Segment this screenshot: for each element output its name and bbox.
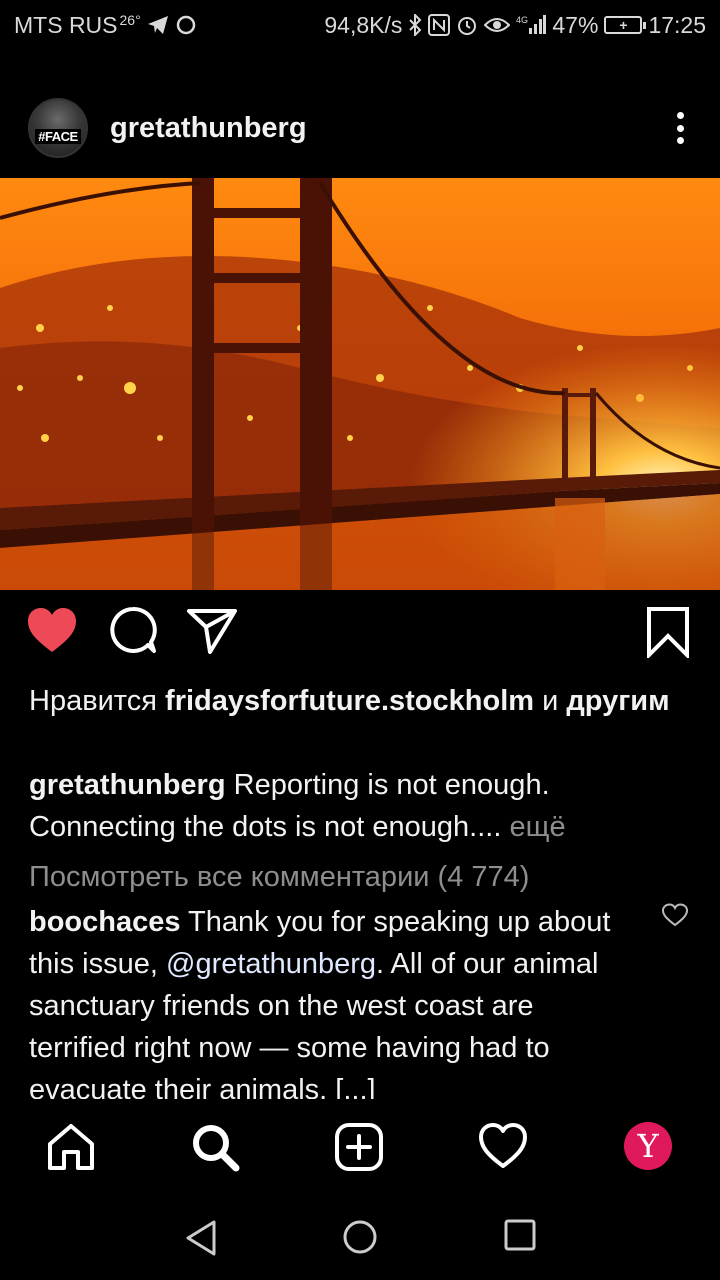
nfc-icon [428,14,451,36]
signal-icon: 4G [516,14,547,36]
clock-label: 17:25 [648,11,706,38]
temperature-label: 26° [119,12,141,28]
status-right: 94,8K/s 4G 47% + 17:25 [324,12,706,39]
back-icon[interactable] [184,1219,218,1262]
caption-more-link[interactable]: ещё [509,811,565,843]
post-actions [0,606,720,666]
sync-icon [175,14,197,36]
share-direct-icon[interactable] [186,606,238,661]
profile-letter: Y [624,1122,672,1170]
comment-icon[interactable] [108,606,158,661]
network-speed-label: 94,8K/s [324,11,403,38]
bottom-navigation: Y [0,1100,720,1195]
likes-prefix: Нравится [29,685,157,717]
home-icon[interactable] [46,1122,96,1177]
burning-bridge-photo-icon [0,178,720,590]
comment-like-icon[interactable] [661,903,689,932]
battery-percent-label: 47% [552,11,599,38]
activity-heart-icon[interactable] [478,1122,528,1175]
comment-item: boochaces Thank you for speaking up abou… [29,901,629,1099]
new-post-icon[interactable] [334,1122,384,1177]
post-header: #FACE gretathunberg [0,90,720,166]
likes-others[interactable]: другим [566,685,669,717]
comment-mention[interactable]: @gretathunberg [166,948,376,980]
view-all-comments-link[interactable]: Посмотреть все комментарии (4 774) [29,856,679,898]
eye-comfort-icon [484,16,511,34]
post-caption: gretathunberg Reporting is not enough. C… [29,764,679,848]
alarm-icon [456,14,478,36]
search-icon[interactable] [190,1122,240,1177]
profile-avatar[interactable]: Y [624,1122,672,1170]
likes-summary[interactable]: Нравится fridaysforfuture.stockholm и др… [29,680,679,722]
avatar[interactable]: #FACE [28,98,88,158]
status-bar: MTS RUS 26° 94,8K/s 4G 47% + 17:25 [0,0,720,50]
save-bookmark-icon[interactable] [646,606,690,663]
likes-user[interactable]: fridaysforfuture.stockholm [165,685,534,717]
post-username[interactable]: gretathunberg [110,112,307,145]
battery-icon: + [604,16,647,34]
system-navigation [0,1195,720,1280]
home-circle-icon[interactable] [342,1219,378,1260]
network-type-label: 4G [516,15,528,25]
status-left: MTS RUS 26° [14,12,197,39]
post-photo[interactable] [0,178,720,590]
bluetooth-icon [408,14,422,36]
recents-square-icon[interactable] [504,1219,536,1256]
caption-username[interactable]: gretathunberg [29,769,226,801]
likes-suffix: и [542,685,559,717]
like-heart-icon[interactable] [26,606,78,659]
comment-username[interactable]: boochaces [29,906,181,938]
more-options-icon[interactable] [668,108,692,148]
carrier-label: MTS RUS [14,11,118,38]
telegram-icon [147,15,169,35]
avatar-tag: #FACE [35,129,81,144]
